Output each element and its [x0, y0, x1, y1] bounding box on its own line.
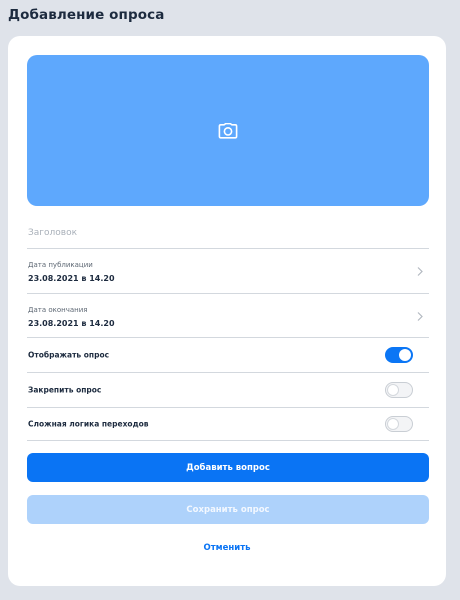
pin-poll-label: Закрепить опрос	[28, 385, 102, 395]
complex-logic-toggle[interactable]	[385, 416, 413, 432]
toggle-row-complex-logic: Сложная логика переходов	[27, 408, 429, 441]
toggle-knob	[387, 384, 399, 396]
cancel-link[interactable]: Отменить	[8, 543, 446, 553]
toggle-row-show-poll: Отображать опрос	[27, 338, 429, 373]
chevron-right-icon	[417, 262, 423, 281]
end-date-value: 23.08.2021 в 14.20	[28, 319, 115, 328]
poll-form-card: Дата публикации 23.08.2021 в 14.20 Дата …	[8, 36, 446, 586]
add-question-button[interactable]: Добавить вопрос	[27, 453, 429, 482]
cover-image-upload[interactable]	[27, 55, 429, 206]
toggle-knob	[399, 349, 411, 361]
toggle-knob	[387, 418, 399, 430]
pin-poll-toggle[interactable]	[385, 382, 413, 398]
camera-icon	[218, 122, 238, 139]
publish-date-value: 23.08.2021 в 14.20	[28, 274, 115, 283]
end-date-row[interactable]: Дата окончания 23.08.2021 в 14.20	[27, 294, 429, 338]
show-poll-toggle[interactable]	[385, 347, 413, 363]
publish-date-label: Дата публикации	[28, 261, 93, 269]
publish-date-row[interactable]: Дата публикации 23.08.2021 в 14.20	[27, 249, 429, 294]
page-title: Добавление опроса	[8, 7, 165, 23]
show-poll-label: Отображать опрос	[28, 350, 110, 360]
toggle-row-pin-poll: Закрепить опрос	[27, 373, 429, 408]
chevron-right-icon	[417, 306, 423, 325]
save-poll-button[interactable]: Сохранить опрос	[27, 495, 429, 524]
complex-logic-label: Сложная логика переходов	[28, 419, 149, 429]
end-date-label: Дата окончания	[28, 306, 88, 314]
poll-title-input[interactable]	[27, 223, 429, 249]
